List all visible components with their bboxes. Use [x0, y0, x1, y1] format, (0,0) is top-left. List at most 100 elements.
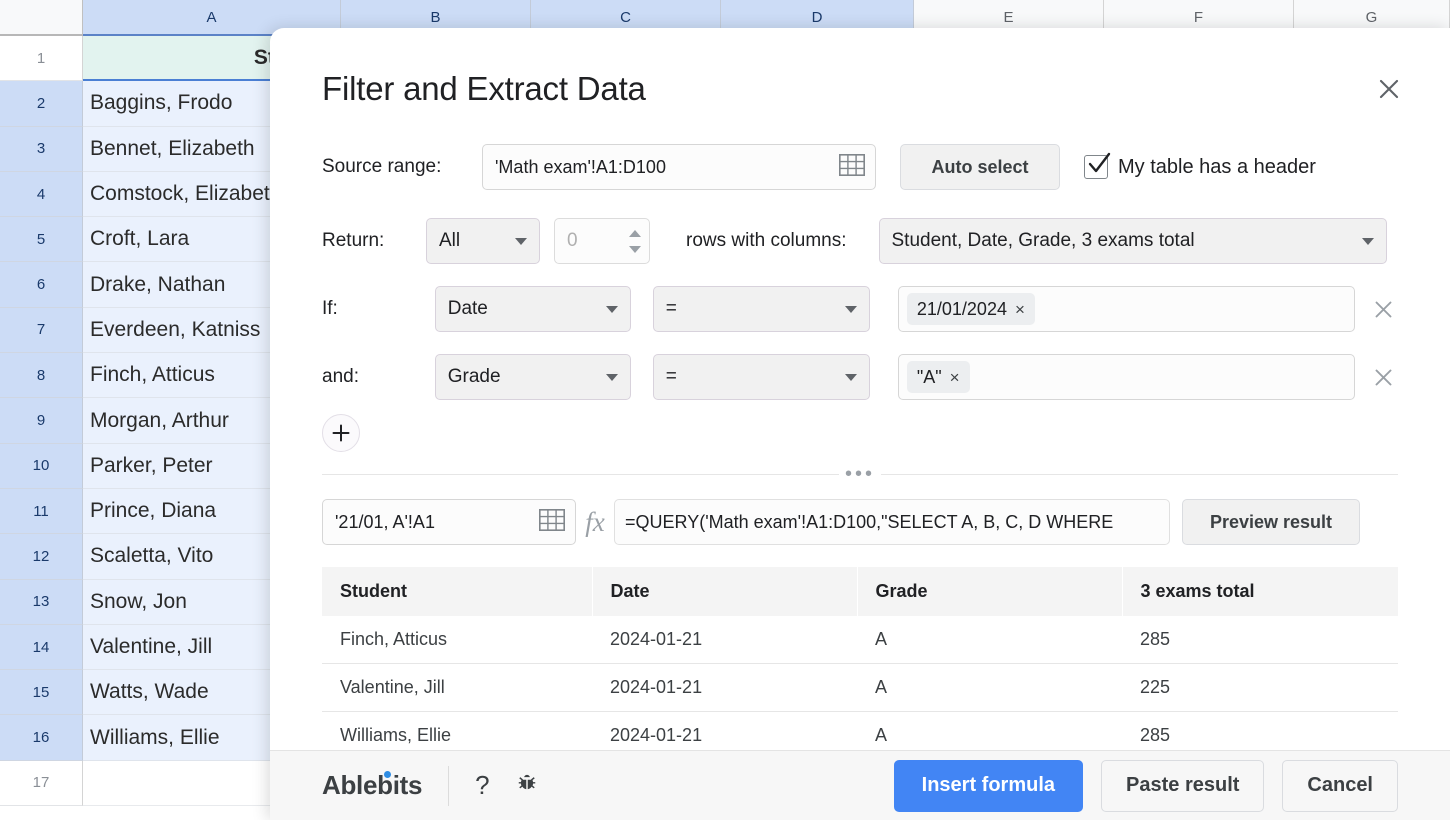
- condition-prefix-label: and:: [322, 366, 359, 387]
- condition-field-select-0[interactable]: Date: [434, 286, 631, 332]
- result-cell: 2024-01-21: [592, 663, 857, 712]
- return-row: Return: All 0 rows with columns: Student…: [322, 218, 1398, 264]
- row-header-7[interactable]: 7: [0, 307, 83, 354]
- stepper-down-icon[interactable]: [629, 245, 641, 253]
- return-label: Return:: [322, 230, 385, 251]
- result-col-header: Date: [592, 567, 858, 616]
- collapse-dots-handle[interactable]: •••: [838, 464, 882, 484]
- add-condition-button[interactable]: [322, 414, 360, 452]
- result-table-body: Finch, Atticus 2024-01-21 A 285 Valentine, J…: [322, 616, 1398, 750]
- remove-condition-icon[interactable]: [1369, 294, 1398, 324]
- stepper-arrows[interactable]: [629, 229, 641, 253]
- condition-operator-value: =: [665, 298, 677, 319]
- condition-value-input-0[interactable]: 21/01/2024 ×: [897, 286, 1356, 332]
- result-table-row: Williams, Ellie 2024-01-21 A 285: [322, 711, 1398, 750]
- result-cell: Williams, Ellie: [322, 711, 592, 750]
- row-header-11[interactable]: 11: [0, 488, 83, 535]
- source-range-row: Source range: 'Math exam'!A1:D100 Auto s…: [322, 144, 1398, 190]
- token-remove-icon[interactable]: ×: [1015, 301, 1025, 318]
- columns-select[interactable]: Student, Date, Grade, 3 exams total: [878, 218, 1387, 264]
- row-header-5[interactable]: 5: [0, 217, 83, 263]
- footer-divider: [448, 765, 450, 806]
- cancel-button[interactable]: Cancel: [1282, 759, 1398, 812]
- checkbox-label: My table has a header: [1118, 155, 1316, 178]
- output-row: '21/01, A'!A1 fx =QUERY('Math exam'!A1:D…: [322, 499, 1398, 545]
- paste-result-button[interactable]: Paste result: [1101, 759, 1265, 812]
- bug-icon[interactable]: [516, 772, 538, 800]
- row-header-13[interactable]: 13: [0, 579, 83, 625]
- rows-with-columns-label: rows with columns:: [686, 230, 847, 251]
- filter-and-extract-dialog: Filter and Extract Data Source range: 'M…: [270, 28, 1450, 820]
- condition-value-token: 21/01/2024 ×: [906, 293, 1035, 325]
- row-header-3[interactable]: 3: [0, 126, 83, 172]
- formula-input[interactable]: =QUERY('Math exam'!A1:D100,"SELECT A, B,…: [614, 499, 1170, 545]
- close-icon[interactable]: [1372, 72, 1406, 106]
- chevron-down-icon: [605, 305, 618, 313]
- result-cell: 285: [1122, 616, 1398, 664]
- auto-select-button[interactable]: Auto select: [900, 144, 1060, 190]
- row-header-6[interactable]: 6: [0, 262, 83, 308]
- row-header-4[interactable]: 4: [0, 171, 83, 218]
- result-cell: A: [857, 616, 1122, 664]
- row-header-9[interactable]: 9: [0, 398, 83, 444]
- row-header-1[interactable]: 1: [0, 36, 83, 82]
- chevron-down-icon: [844, 305, 857, 313]
- return-count-stepper[interactable]: 0: [554, 218, 650, 264]
- chevron-down-icon: [1361, 237, 1374, 245]
- chevron-down-icon: [515, 237, 527, 245]
- condition-value-input-1[interactable]: "A" ×: [897, 354, 1356, 400]
- row-header-17[interactable]: 17: [0, 760, 83, 807]
- condition-operator-select-0[interactable]: =: [652, 286, 870, 332]
- result-cell: Valentine, Jill: [322, 663, 592, 712]
- insert-formula-button[interactable]: Insert formula: [893, 759, 1084, 812]
- question-mark-icon[interactable]: ?: [475, 770, 489, 801]
- token-remove-icon[interactable]: ×: [950, 369, 960, 386]
- ablebits-logo: Ablebits: [322, 770, 422, 801]
- condition-row-0: If: Date = 21/01/2024 ×: [322, 286, 1398, 332]
- result-cell: 285: [1122, 711, 1398, 750]
- source-range-input[interactable]: 'Math exam'!A1:D100: [482, 144, 876, 190]
- condition-row-1: and: Grade = "A" ×: [322, 354, 1398, 400]
- result-table-row: Finch, Atticus 2024-01-21 A 285: [322, 616, 1398, 664]
- result-cell: A: [857, 663, 1122, 712]
- result-table-wrapper: Student Date Grade 3 exams total Finch, Att…: [322, 567, 1398, 750]
- row-header-10[interactable]: 10: [0, 443, 83, 489]
- chevron-down-icon: [844, 373, 857, 381]
- condition-field-value: Date: [447, 298, 488, 319]
- condition-field-select-1[interactable]: Grade: [434, 354, 631, 400]
- fx-icon: fx: [585, 506, 605, 537]
- result-col-header: Student: [322, 567, 593, 616]
- row-header-12[interactable]: 12: [0, 534, 83, 580]
- row-header-2[interactable]: 2: [0, 81, 83, 127]
- range-picker-icon[interactable]: [839, 153, 865, 181]
- row-header-16[interactable]: 16: [0, 715, 83, 761]
- row-header-14[interactable]: 14: [0, 624, 83, 671]
- checkbox-box: [1084, 152, 1111, 179]
- row-header-8[interactable]: 8: [0, 353, 83, 399]
- stepper-up-icon[interactable]: [629, 229, 641, 237]
- result-cell: 2024-01-21: [592, 616, 857, 664]
- token-text: 21/01/2024: [916, 298, 1007, 319]
- preview-result-button[interactable]: Preview result: [1182, 499, 1360, 545]
- condition-prefix-label: If:: [322, 298, 338, 319]
- my-table-has-header-checkbox[interactable]: My table has a header: [1084, 152, 1316, 179]
- row-header-15[interactable]: 15: [0, 670, 83, 716]
- return-mode-value: All: [439, 230, 461, 251]
- dialog-title: Filter and Extract Data: [322, 70, 646, 107]
- condition-value-token: "A" ×: [906, 361, 970, 393]
- token-text: "A": [916, 366, 942, 387]
- conditions-list: If: Date = 21/01/2024 × and: Grade = "A" ×: [322, 286, 1398, 400]
- select-all-corner[interactable]: [0, 0, 83, 36]
- result-cell: A: [857, 711, 1122, 750]
- source-range-label: Source range:: [322, 156, 442, 177]
- result-table-row: Valentine, Jill 2024-01-21 A 225: [322, 663, 1398, 712]
- destination-input[interactable]: '21/01, A'!A1: [322, 499, 576, 545]
- return-mode-select[interactable]: All: [426, 218, 540, 264]
- remove-condition-icon[interactable]: [1369, 362, 1398, 392]
- return-count-input[interactable]: 0: [567, 230, 578, 252]
- result-cell: 2024-01-21: [592, 711, 857, 750]
- range-picker-icon[interactable]: [539, 508, 565, 536]
- condition-operator-select-1[interactable]: =: [652, 354, 870, 400]
- result-table: Student Date Grade 3 exams total Finch, Att…: [322, 567, 1398, 750]
- section-divider: •••: [322, 464, 1398, 484]
